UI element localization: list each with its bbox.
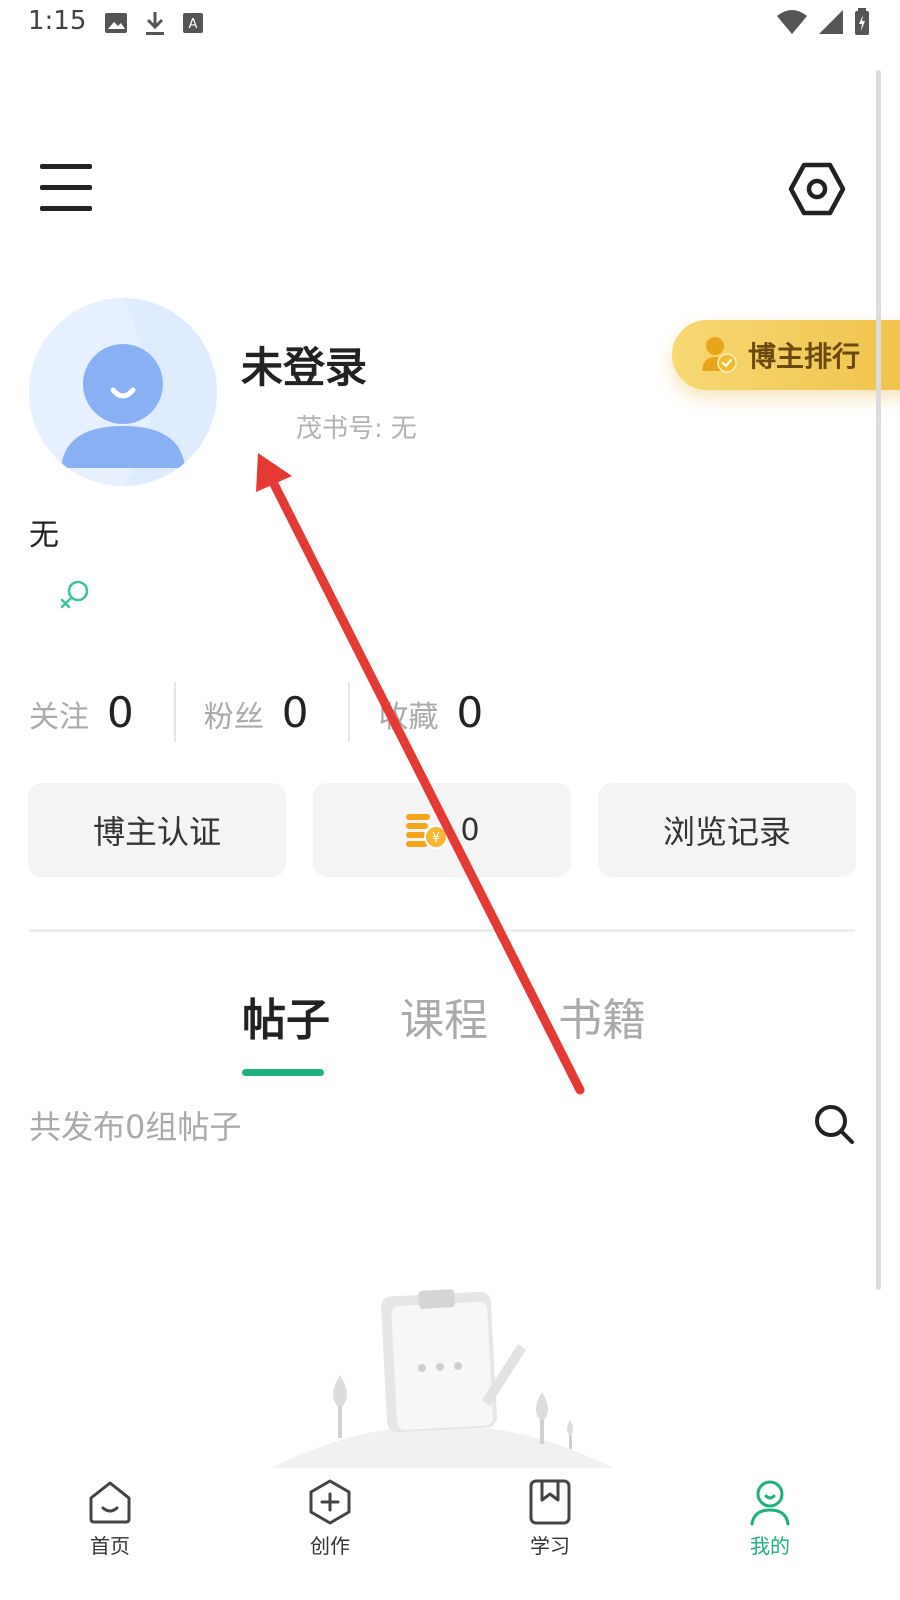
default-avatar-icon <box>29 298 217 486</box>
divider <box>348 682 351 742</box>
battery-icon <box>855 8 869 35</box>
menu-icon <box>40 164 92 211</box>
svg-text:A: A <box>189 17 198 32</box>
nav-label: 创作 <box>310 1534 350 1558</box>
status-system-icons <box>776 8 870 36</box>
blogger-ranking-label: 博主排行 <box>748 340 861 373</box>
status-notification-icons: A <box>104 10 204 36</box>
user-id-value: 无 <box>390 414 417 444</box>
search-icon <box>815 1105 854 1144</box>
tab-indicator <box>242 1069 324 1076</box>
browsing-history-button[interactable]: 浏览记录 <box>598 783 856 877</box>
nav-label: 学习 <box>530 1534 570 1558</box>
empty-state-illustration <box>262 1280 622 1470</box>
tab-posts[interactable]: 帖子 <box>242 984 330 1048</box>
nav-home[interactable]: 首页 <box>50 1478 170 1559</box>
download-icon <box>146 12 164 35</box>
nav-profile[interactable]: 我的 <box>710 1478 830 1559</box>
nav-label: 我的 <box>750 1534 790 1558</box>
user-bio: 无 <box>29 518 59 553</box>
scrollbar[interactable] <box>876 70 881 1290</box>
female-icon <box>58 578 92 612</box>
signal-icon <box>819 10 843 34</box>
create-icon <box>309 1479 351 1525</box>
blogger-ranking-button[interactable]: 博主排行 <box>672 320 900 390</box>
post-count-text: 共发布0组帖子 <box>29 1108 242 1146</box>
user-id-label: 茂书号: <box>296 414 383 444</box>
blogger-certification-button[interactable]: 博主认证 <box>28 783 286 877</box>
username[interactable]: 未登录 <box>241 334 367 395</box>
font-icon: A <box>183 13 203 33</box>
user-id: 茂书号: 无 <box>296 408 417 445</box>
stat-label: 粉丝 <box>203 699 264 735</box>
stat-label: 收藏 <box>378 699 439 735</box>
search-button[interactable] <box>812 1102 856 1146</box>
tab-books[interactable]: 书籍 <box>558 984 646 1048</box>
stat-following[interactable]: 关注 0 <box>29 688 134 737</box>
coins-icon: ¥ <box>406 814 449 849</box>
stat-followers[interactable]: 粉丝 0 <box>204 688 309 737</box>
stat-value: 0 <box>281 687 309 737</box>
stat-value: 0 <box>456 687 484 737</box>
nav-create[interactable]: 创作 <box>270 1478 390 1559</box>
avatar[interactable] <box>29 298 217 486</box>
stats-row: 关注 0 粉丝 0 收藏 0 <box>29 680 483 744</box>
tab-courses[interactable]: 课程 <box>400 984 488 1048</box>
section-divider <box>29 929 855 932</box>
svg-text:¥: ¥ <box>432 831 440 846</box>
nav-study[interactable]: 学习 <box>490 1478 610 1559</box>
home-icon <box>89 1481 131 1524</box>
bottom-navigation: 首页 创作 学习 我的 <box>0 1468 900 1600</box>
settings-icon <box>788 162 846 216</box>
stat-label: 关注 <box>29 699 89 735</box>
ranking-icon <box>702 337 737 373</box>
wifi-icon <box>777 10 807 34</box>
menu-button[interactable] <box>40 162 92 214</box>
settings-button[interactable] <box>788 160 846 218</box>
divider <box>173 682 176 742</box>
status-time: 1:15 <box>28 6 87 36</box>
bookmark-icon <box>529 1479 571 1525</box>
image-icon <box>105 13 127 33</box>
profile-icon <box>750 1480 790 1526</box>
stat-value: 0 <box>107 687 134 737</box>
coins-button[interactable]: ¥ 0 <box>313 783 571 877</box>
coins-value: 0 <box>460 812 480 848</box>
nav-label: 首页 <box>90 1534 130 1558</box>
stat-favorites[interactable]: 收藏 0 <box>378 688 483 737</box>
